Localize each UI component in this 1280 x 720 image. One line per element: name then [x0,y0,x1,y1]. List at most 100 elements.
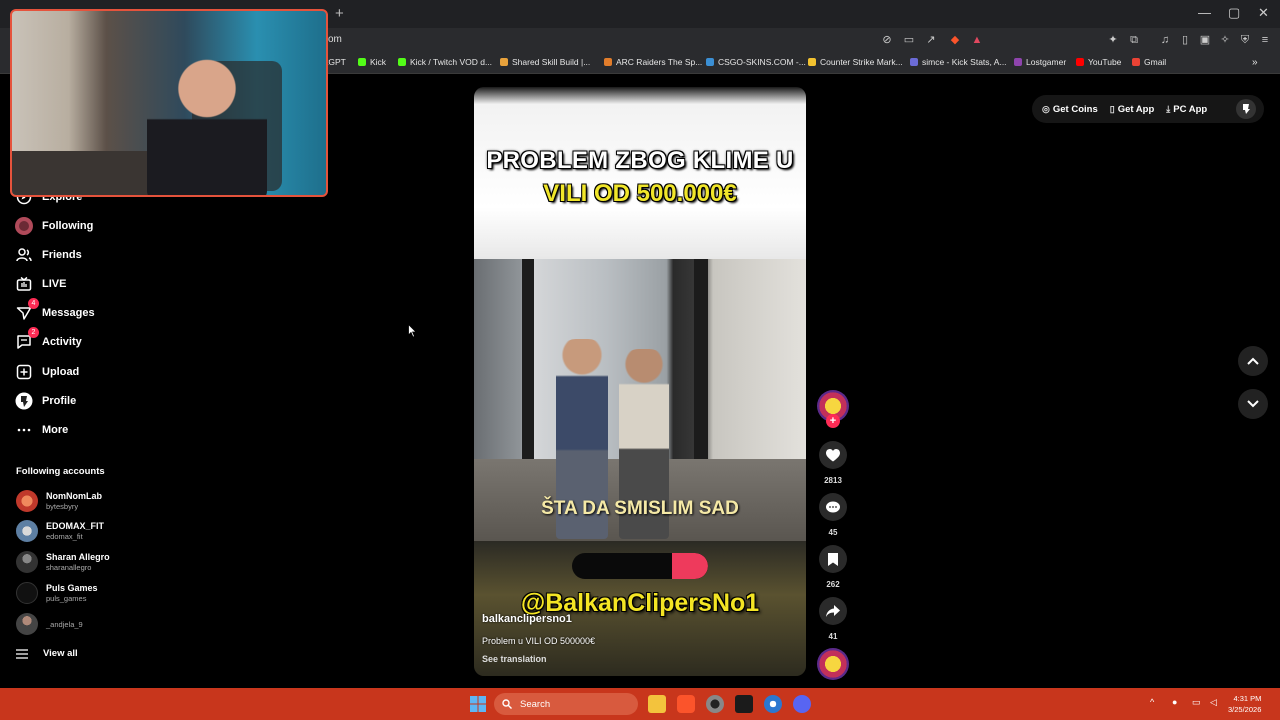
bookmark-skill-build[interactable]: Shared Skill Build |... [500,57,590,67]
sidebar-item-following[interactable]: Following [14,215,93,237]
tray-overflow-icon[interactable]: ^ [1150,697,1154,707]
epic-games-icon[interactable] [735,695,753,713]
bookmark-arc-raiders[interactable]: ARC Raiders The Sp... [604,57,702,67]
music-disc-avatar[interactable] [817,648,849,680]
brave-shield-icon[interactable]: ◆ [948,33,962,47]
sidebar-item-activity[interactable]: 2 Activity [14,327,82,353]
sidebar-item-label: Messages [42,307,95,319]
download-icon: ⤓ [1166,103,1171,114]
account-item-sharan[interactable]: Sharan Allegro sharanallegro [16,548,110,576]
clock-date: 3/25/2026 [1228,705,1262,714]
sidebar-item-friends[interactable]: Friends [14,244,82,266]
live-icon [14,274,34,294]
sidebar-toggle-icon[interactable]: ▯ [1178,33,1192,47]
leo-ai-icon[interactable]: ✧ [1218,33,1232,47]
microphone-icon[interactable]: ● [1172,697,1177,707]
avatar [16,520,38,542]
taskbar-search-box[interactable]: Search [494,693,638,715]
sidebar-item-label: Upload [42,366,80,378]
skill-build-icon [500,58,508,66]
volume-icon[interactable]: ◁ [1210,697,1217,708]
sidebar-item-label: Profile [42,395,77,407]
sidebar-item-label: More [42,424,69,436]
arc-raiders-icon [604,58,612,66]
like-button[interactable] [819,441,847,469]
bookmark-button[interactable] [819,545,847,573]
account-item-nomnomlab[interactable]: NomNomLab bytesbyry [16,487,102,515]
avatar [16,490,38,512]
maximize-button[interactable]: ▢ [1228,5,1240,21]
bookmark-csgo-skins[interactable]: CSGO-SKINS.COM -... [706,57,806,67]
more-icon [14,420,34,440]
video-author[interactable]: balkanclipersno1 [482,613,572,625]
share-button[interactable] [819,597,847,625]
user-avatar-icon[interactable] [1236,99,1256,119]
webcam-overlay [10,9,328,197]
heart-icon [826,448,840,461]
media-icon[interactable]: ♫ [1158,33,1172,47]
previous-video-button[interactable] [1238,346,1268,376]
avatar [16,613,38,635]
windows-start-icon[interactable] [470,696,486,712]
sidebar-item-profile[interactable]: Profile [14,390,76,412]
share-count: 41 [828,632,838,641]
friends-icon [14,245,34,265]
screenshot-icon[interactable]: ⧉ [1127,33,1141,47]
sidebar-item-live[interactable]: LIVE [14,273,66,295]
vpn-icon[interactable]: ⛨ [1238,33,1252,47]
wallet-icon[interactable]: ▣ [1198,33,1212,47]
tracking-icon[interactable]: ⊘ [880,33,894,47]
bookmark-kick-stats[interactable]: simce - Kick Stats, A... [910,57,1007,67]
follow-plus-button[interactable]: + [826,414,840,428]
kick-vod-icon [398,58,406,66]
taskbar-clock[interactable]: 4:31 PM 3/25/2026 [1228,693,1261,715]
chevron-down-icon [1247,400,1259,408]
rewards-icon[interactable]: ▲ [970,33,984,47]
cast-icon[interactable]: ▭ [902,33,916,47]
comment-button[interactable] [819,493,847,521]
view-all-link[interactable]: View all [16,648,78,659]
sidebar-item-upload[interactable]: Upload [14,361,79,383]
menu-icon[interactable]: ≡ [1258,33,1272,47]
account-item-puls-games[interactable]: Puls Games puls_games [16,579,98,607]
file-explorer-icon[interactable] [648,695,666,713]
avatar [16,582,38,604]
new-tab-button[interactable]: + [335,5,344,22]
sidebar-item-messages[interactable]: 4 Messages [14,298,95,324]
account-item-edomax[interactable]: EDOMAX_FIT edomax_fit [16,517,104,545]
kick-stats-icon [910,58,918,66]
coin-icon: ◎ [1042,103,1050,114]
share-arrow-icon [826,605,840,617]
bookmark-kick-vod[interactable]: Kick / Twitch VOD d... [398,57,492,67]
sidebar-item-label: Following [42,220,94,232]
video-player[interactable]: PROBLEM ZBOG KLIME U VILI OD 500.000€ ŠT… [474,87,806,676]
share-icon[interactable]: ↗ [924,33,938,47]
url-text[interactable]: om [328,34,342,45]
subscribe-pill-red [672,553,708,579]
settings-gear-icon[interactable] [764,695,782,713]
brave-browser-icon[interactable] [677,695,695,713]
pc-app-button[interactable]: ⤓ PC App [1166,104,1207,115]
sidebar-item-more[interactable]: More [14,419,68,441]
bookmark-chatgpt[interactable]: tGPT [326,57,346,67]
bookmark-lostgamer[interactable]: Lostgamer [1014,57,1066,67]
see-translation-link[interactable]: See translation [482,654,547,664]
discord-icon[interactable] [793,695,811,713]
minimize-button[interactable]: — [1198,5,1211,20]
bookmark-youtube[interactable]: YouTube [1076,57,1121,67]
sidebar-item-label: LIVE [42,278,67,290]
bookmark-gmail[interactable]: Gmail [1132,57,1166,67]
network-icon[interactable]: ▭ [1192,697,1201,708]
extensions-icon[interactable]: ✦ [1106,33,1120,47]
cs-market-icon [808,58,816,66]
bookmark-kick[interactable]: Kick [358,57,386,67]
obs-icon[interactable] [706,695,724,713]
next-video-button[interactable] [1238,389,1268,419]
account-item-andjela[interactable]: _andjela_9 [16,610,83,638]
get-app-button[interactable]: ▯ Get App [1110,104,1155,115]
close-window-button[interactable]: ✕ [1258,5,1269,21]
bookmark-cs-market[interactable]: Counter Strike Mark... [808,57,903,67]
bookmarks-overflow-icon[interactable]: » [1252,57,1258,68]
get-coins-button[interactable]: ◎ Get Coins [1042,104,1098,115]
account-name: Sharan Allegro [46,552,110,562]
